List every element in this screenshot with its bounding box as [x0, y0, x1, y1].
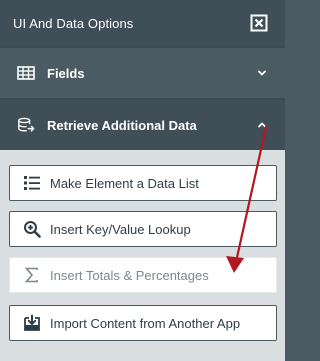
sigma-icon [23, 266, 41, 284]
ui-data-options-panel: UI And Data Options Fields Retrieve Addi… [0, 0, 285, 361]
close-icon[interactable] [250, 14, 268, 32]
section-label: Retrieve Additional Data [47, 117, 197, 133]
section-retrieve-additional-data[interactable]: Retrieve Additional Data [0, 100, 285, 150]
insert-totals-percentages-button[interactable]: Insert Totals & Percentages [9, 257, 277, 293]
make-element-data-list-button[interactable]: Make Element a Data List [9, 165, 277, 201]
magnify-plus-icon [23, 220, 41, 238]
import-content-button[interactable]: Import Content from Another App [9, 305, 277, 341]
section-fields[interactable]: Fields [0, 48, 285, 98]
option-label: Make Element a Data List [50, 175, 199, 191]
section-content: Make Element a Data List Insert Key/Valu… [0, 150, 285, 361]
option-label: Insert Totals & Percentages [50, 267, 209, 283]
import-icon [23, 314, 41, 332]
table-icon [17, 64, 35, 82]
panel-header: UI And Data Options [0, 0, 285, 46]
option-label: Insert Key/Value Lookup [50, 221, 191, 237]
insert-key-value-lookup-button[interactable]: Insert Key/Value Lookup [9, 211, 277, 247]
chevron-up-icon[interactable] [255, 118, 269, 132]
list-icon [23, 174, 41, 192]
section-label: Fields [47, 65, 85, 81]
database-arrow-icon [17, 116, 35, 134]
chevron-down-icon[interactable] [255, 66, 269, 80]
option-label: Import Content from Another App [50, 315, 241, 331]
panel-title: UI And Data Options [13, 15, 134, 31]
